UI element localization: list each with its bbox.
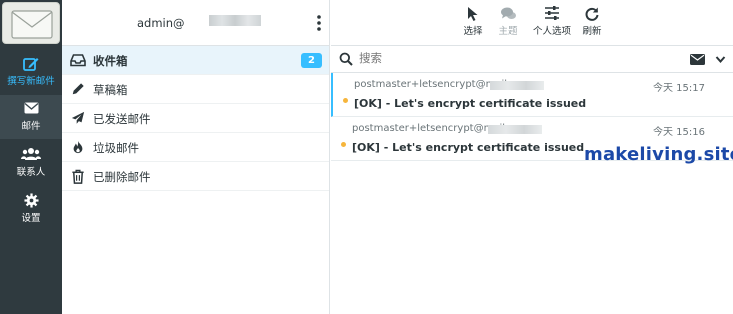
nav-compose[interactable]: 撰写新邮件 — [0, 50, 62, 94]
search-input[interactable] — [359, 51, 659, 65]
refresh-label: 刷新 — [582, 26, 602, 37]
nav-mail[interactable]: 邮件 — [0, 95, 62, 139]
message-date: 今天 15:17 — [653, 83, 705, 94]
main-navigation: 撰写新邮件 邮件 联系人 设置 — [0, 0, 62, 314]
inbox-icon — [70, 53, 86, 67]
message-row[interactable]: postmaster+letsencrypt@mail. 今天 15:17 [O… — [331, 73, 733, 117]
nav-compose-label: 撰写新邮件 — [7, 76, 55, 87]
folder-sent-label: 已发送邮件 — [93, 112, 151, 126]
unread-dot — [343, 98, 348, 103]
folder-inbox[interactable]: 收件箱 2 — [62, 46, 329, 75]
folder-trash[interactable]: 已删除邮件 — [62, 162, 329, 191]
nav-settings-label: 设置 — [21, 213, 41, 224]
folder-trash-label: 已删除邮件 — [93, 170, 151, 184]
message-from: postmaster+letsencrypt@mail. — [352, 123, 509, 134]
message-from: postmaster+letsencrypt@mail. — [354, 79, 511, 90]
app-logo — [2, 2, 60, 44]
watermark-text: makeliving.site — [584, 144, 733, 165]
nav-contacts[interactable]: 联系人 — [0, 141, 62, 185]
comments-icon — [485, 6, 531, 26]
account-name: admin@ — [137, 16, 185, 30]
toolbar: 选择 主题 个人选项 刷新 — [331, 0, 733, 46]
search-mail-icon[interactable] — [690, 54, 705, 68]
folder-inbox-label: 收件箱 — [93, 54, 128, 68]
nav-contacts-label: 联系人 — [16, 167, 46, 178]
message-date: 今天 15:16 — [653, 127, 705, 138]
account-header: admin@ — [62, 0, 329, 46]
folder-sent[interactable]: 已发送邮件 — [62, 104, 329, 133]
contacts-icon — [0, 147, 62, 167]
gear-icon — [0, 193, 62, 213]
search-icon — [339, 52, 353, 69]
folder-pane: admin@ 收件箱 2 草稿箱 已发送邮件 垃圾邮件 已删除邮件 — [62, 0, 330, 314]
chevron-down-icon[interactable] — [715, 54, 726, 67]
pencil-icon — [70, 82, 86, 96]
folder-junk-label: 垃圾邮件 — [93, 141, 139, 155]
paper-plane-icon — [70, 111, 86, 125]
refresh-button[interactable]: 刷新 — [569, 6, 615, 38]
thread-label: 主题 — [498, 26, 518, 37]
folder-drafts-label: 草稿箱 — [93, 83, 128, 97]
mail-icon — [0, 101, 62, 121]
refresh-icon — [569, 6, 615, 26]
trash-icon — [70, 169, 86, 184]
message-from-redacted — [490, 81, 544, 90]
account-domain-redacted — [209, 15, 261, 26]
nav-mail-label: 邮件 — [21, 121, 41, 132]
unread-dot — [341, 142, 346, 147]
envelope-logo-icon — [11, 10, 53, 39]
compose-icon — [0, 56, 62, 76]
message-from-redacted — [488, 125, 542, 134]
folder-junk[interactable]: 垃圾邮件 — [62, 133, 329, 162]
unread-count-badge: 2 — [301, 53, 322, 68]
nav-settings[interactable]: 设置 — [0, 187, 62, 231]
folder-drafts[interactable]: 草稿箱 — [62, 75, 329, 104]
thread-button[interactable]: 主题 — [485, 6, 531, 38]
account-menu-icon[interactable] — [316, 14, 322, 32]
message-subject: [OK] - Let's encrypt certificate issued — [352, 141, 585, 154]
message-subject: [OK] - Let's encrypt certificate issued — [354, 97, 587, 110]
search-bar — [331, 46, 733, 73]
fire-icon — [70, 140, 86, 154]
